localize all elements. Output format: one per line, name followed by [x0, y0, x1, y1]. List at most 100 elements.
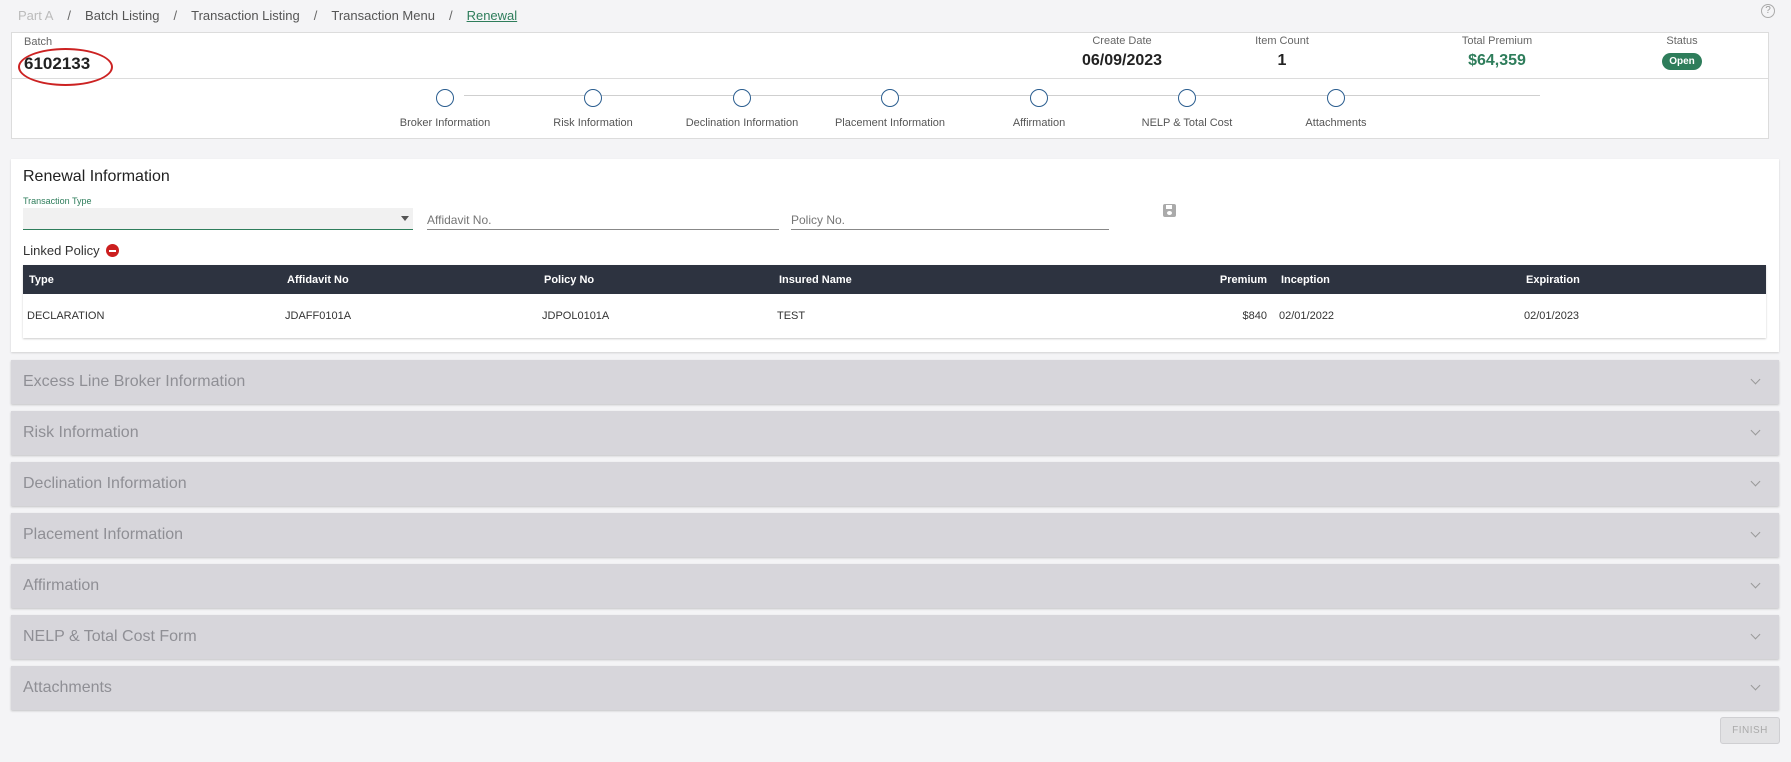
- accordion-declination-information[interactable]: Declination Information: [11, 462, 1779, 506]
- accordion-risk-information[interactable]: Risk Information: [11, 411, 1779, 455]
- item-count-label: Item Count: [1255, 35, 1309, 47]
- step-declination-information[interactable]: Declination Information: [672, 79, 812, 129]
- table-header-row: Type Affidavit No Policy No Insured Name…: [23, 265, 1766, 294]
- renewal-information-card: Renewal Information Transaction Type Lin…: [11, 159, 1779, 352]
- linked-policy-table: Type Affidavit No Policy No Insured Name…: [23, 265, 1766, 338]
- chevron-down-icon: [401, 216, 409, 221]
- create-date-value: 06/09/2023: [1081, 52, 1163, 69]
- progress-stepper: Broker Information Risk Information Decl…: [12, 79, 1768, 139]
- policy-number-field[interactable]: [791, 207, 1109, 230]
- column-header-insured-name[interactable]: Insured Name: [773, 265, 1143, 294]
- chevron-down-icon: [1750, 425, 1761, 436]
- column-header-policy-no[interactable]: Policy No: [538, 265, 773, 294]
- finish-button[interactable]: FINISH: [1720, 717, 1780, 744]
- transaction-type-select[interactable]: Transaction Type: [23, 196, 413, 230]
- cell-premium: $840: [1242, 310, 1267, 322]
- step-label: Broker Information: [399, 117, 491, 129]
- step-circle-icon: [1030, 89, 1048, 107]
- step-placement-information[interactable]: Placement Information: [820, 79, 960, 129]
- affidavit-number-field[interactable]: [427, 207, 779, 230]
- policy-number-input[interactable]: [791, 213, 1109, 227]
- cell-affidavit-no: JDAFF0101A: [285, 310, 352, 322]
- step-nelp-total-cost[interactable]: NELP & Total Cost: [1117, 79, 1257, 129]
- accordion-affirmation[interactable]: Affirmation: [11, 564, 1779, 608]
- total-premium: Total Premium $64,359: [1437, 33, 1557, 70]
- total-premium-label: Total Premium: [1461, 35, 1533, 47]
- step-broker-information[interactable]: Broker Information: [375, 79, 515, 129]
- breadcrumb-transaction-listing[interactable]: Transaction Listing: [191, 8, 300, 23]
- cell-expiration: 02/01/2023: [1524, 310, 1580, 322]
- item-count: Item Count 1: [1232, 33, 1332, 70]
- breadcrumb-renewal[interactable]: Renewal: [467, 8, 518, 23]
- chevron-down-icon: [1750, 374, 1761, 385]
- chevron-down-icon: [1750, 476, 1761, 487]
- accordion-title: Excess Line Broker Information: [23, 373, 246, 390]
- batch-header-card: Batch 6102133 Create Date 06/09/2023 Ite…: [11, 32, 1769, 139]
- status-label: Status: [1666, 35, 1698, 47]
- step-label: Risk Information: [553, 117, 633, 129]
- breadcrumb-transaction-menu[interactable]: Transaction Menu: [331, 8, 435, 23]
- column-header-inception[interactable]: Inception: [1275, 265, 1520, 294]
- create-date: Create Date 06/09/2023: [1062, 33, 1182, 70]
- step-label: Affirmation: [1012, 117, 1066, 129]
- step-risk-information[interactable]: Risk Information: [523, 79, 663, 129]
- affidavit-number-input[interactable]: [427, 213, 779, 227]
- accordion-title: Risk Information: [23, 424, 139, 441]
- breadcrumb-part-a: Part A: [18, 7, 54, 23]
- accordion-title: Declination Information: [23, 475, 187, 492]
- accordion-title: NELP & Total Cost Form: [23, 628, 197, 645]
- batch-label: Batch: [24, 36, 53, 48]
- renewal-information-title: Renewal Information: [23, 168, 170, 185]
- status-badge: Open: [1662, 53, 1702, 70]
- step-circle-icon: [436, 89, 454, 107]
- breadcrumb-separator: /: [448, 7, 453, 23]
- column-header-type[interactable]: Type: [23, 265, 281, 294]
- accordion-excess-line-broker-information[interactable]: Excess Line Broker Information: [11, 360, 1779, 404]
- save-icon[interactable]: [1163, 204, 1176, 217]
- chevron-down-icon: [1750, 527, 1761, 538]
- remove-circle-icon[interactable]: [105, 244, 119, 257]
- step-label: Attachments: [1305, 117, 1367, 129]
- status: Status Open: [1652, 33, 1712, 70]
- step-affirmation[interactable]: Affirmation: [969, 79, 1109, 129]
- step-circle-icon: [584, 89, 602, 107]
- breadcrumb-batch-listing[interactable]: Batch Listing: [85, 8, 159, 23]
- item-count-value: 1: [1277, 52, 1287, 69]
- total-premium-value: $64,359: [1468, 52, 1526, 69]
- step-circle-icon: [1178, 89, 1196, 107]
- chevron-down-icon: [1750, 578, 1761, 589]
- accordion-title: Affirmation: [23, 577, 100, 594]
- column-header-expiration[interactable]: Expiration: [1520, 265, 1766, 294]
- column-header-premium[interactable]: Premium: [1143, 265, 1275, 294]
- chevron-down-icon: [1750, 629, 1761, 640]
- batch-summary-row: Batch 6102133 Create Date 06/09/2023 Ite…: [12, 33, 1768, 86]
- transaction-type-label: Transaction Type: [23, 196, 92, 206]
- table-row[interactable]: DECLARATION JDAFF0101A JDPOL0101A TEST $…: [23, 294, 1766, 338]
- breadcrumb-separator: /: [173, 7, 178, 23]
- step-label: Declination Information: [685, 117, 799, 129]
- column-header-affidavit-no[interactable]: Affidavit No: [281, 265, 538, 294]
- accordion-placement-information[interactable]: Placement Information: [11, 513, 1779, 557]
- step-circle-icon: [881, 89, 899, 107]
- create-date-label: Create Date: [1092, 35, 1152, 47]
- step-circle-icon: [1327, 89, 1345, 107]
- accordion-title: Attachments: [23, 679, 112, 696]
- help-circle-icon[interactable]: ?: [1761, 4, 1775, 18]
- accordion-nelp-total-cost-form[interactable]: NELP & Total Cost Form: [11, 615, 1779, 659]
- cell-insured-name: TEST: [777, 310, 806, 322]
- cell-policy-no: JDPOL0101A: [542, 310, 610, 322]
- breadcrumb-separator: /: [313, 7, 318, 23]
- breadcrumb-separator: /: [67, 7, 72, 23]
- accordion-title: Placement Information: [23, 526, 184, 543]
- breadcrumb: Part A / Batch Listing / Transaction Lis…: [18, 6, 517, 24]
- cell-inception: 02/01/2022: [1279, 310, 1335, 322]
- step-circle-icon: [733, 89, 751, 107]
- linked-policy-label: Linked Policy: [23, 243, 100, 258]
- step-label: Placement Information: [834, 117, 946, 129]
- cell-type: DECLARATION: [27, 310, 105, 322]
- chevron-down-icon: [1750, 680, 1761, 691]
- step-attachments[interactable]: Attachments: [1266, 79, 1406, 129]
- step-label: NELP & Total Cost: [1141, 117, 1233, 129]
- linked-policy: Linked Policy: [23, 243, 119, 258]
- accordion-attachments[interactable]: Attachments: [11, 666, 1779, 710]
